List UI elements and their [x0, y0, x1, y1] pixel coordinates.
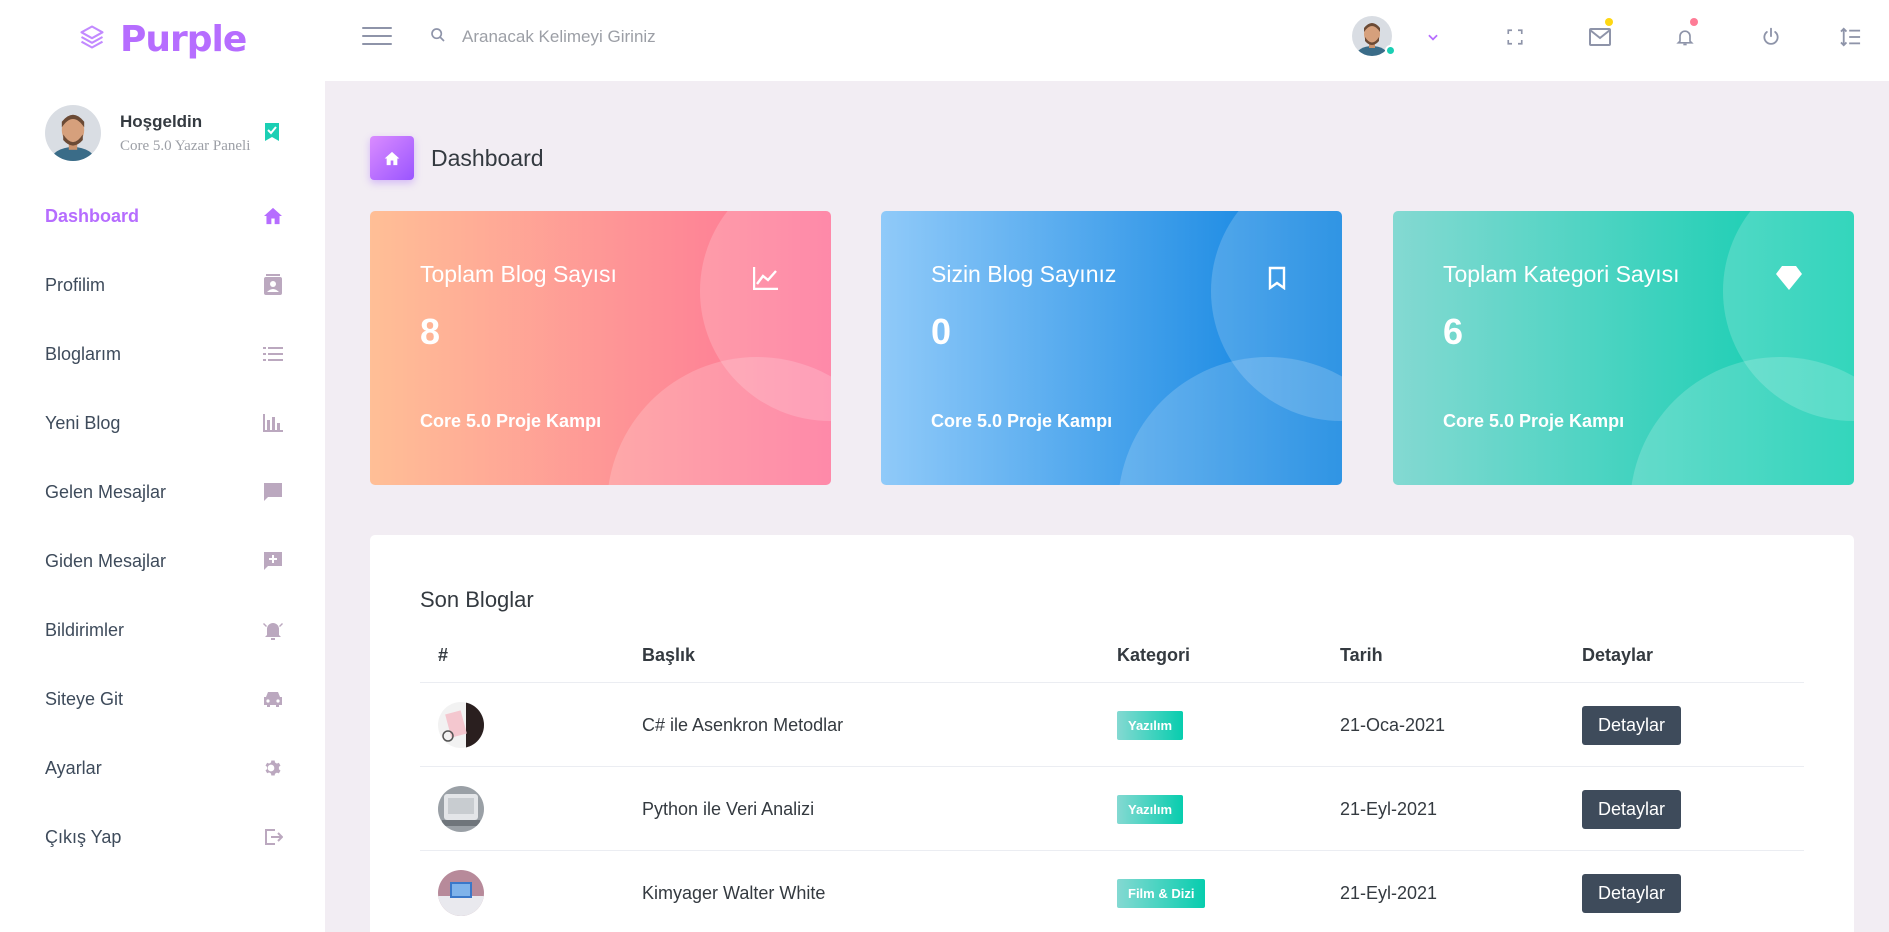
- category-badge: Yazılım: [1117, 794, 1184, 824]
- details-button[interactable]: Detaylar: [1582, 873, 1682, 913]
- power-icon[interactable]: [1756, 22, 1786, 52]
- blog-date: 21-Eyl-2021: [1340, 882, 1438, 903]
- avatar: [45, 105, 101, 161]
- list-icon: [261, 342, 285, 366]
- fullscreen-icon[interactable]: [1500, 22, 1530, 52]
- user-avatar-button[interactable]: [1352, 16, 1396, 60]
- sidebar-item-bildirimler[interactable]: Bildirimler: [45, 610, 285, 650]
- sidebar-item-label: Dashboard: [45, 205, 140, 226]
- layers-icon: [78, 23, 106, 56]
- stat-card-total-blogs: Toplam Blog Sayısı 8 Core 5.0 Proje Kamp…: [370, 211, 831, 485]
- details-button[interactable]: Detaylar: [1582, 705, 1682, 745]
- sidebar-item-label: Ayarlar: [45, 757, 102, 778]
- sidebar-item-dashboard[interactable]: Dashboard: [45, 196, 285, 236]
- stat-card-value: 8: [420, 311, 441, 352]
- column-header: #: [438, 645, 449, 665]
- sidebar-item-label: Bildirimler: [45, 619, 125, 640]
- profile-subtitle: Core 5.0 Yazar Paneli: [120, 138, 251, 154]
- brand-logo[interactable]: Purple: [78, 14, 247, 64]
- blog-date: 21-Oca-2021: [1340, 714, 1446, 735]
- diamond-icon: [1774, 263, 1804, 293]
- bookmark-icon: [1262, 263, 1292, 293]
- category-badge: Film & Dizi: [1117, 878, 1206, 908]
- car-icon: [261, 687, 285, 711]
- sidebar-item-bloglarim[interactable]: Bloglarım: [45, 334, 285, 374]
- stat-card-total-categories: Toplam Kategori Sayısı 6 Core 5.0 Proje …: [1393, 211, 1854, 485]
- stat-card-footer: Core 5.0 Proje Kampı: [931, 411, 1113, 431]
- stat-card-title: Toplam Kategori Sayısı: [1443, 261, 1680, 287]
- stat-card-title: Sizin Blog Sayınız: [931, 261, 1117, 287]
- column-header: Tarih: [1340, 645, 1383, 665]
- mail-notification-dot: [1605, 18, 1613, 26]
- details-button[interactable]: Detaylar: [1582, 789, 1682, 829]
- gear-icon: [261, 756, 285, 780]
- sidebar-item-yeni-blog[interactable]: Yeni Blog: [45, 403, 285, 443]
- sidebar-item-ayarlar[interactable]: Ayarlar: [45, 748, 285, 788]
- recent-blogs-card: Son Bloglar # Başlık Kategori Tarih Deta…: [370, 535, 1854, 932]
- sidebar-item-cikis-yap[interactable]: Çıkış Yap: [45, 817, 285, 857]
- sidebar-item-profilim[interactable]: Profilim: [45, 265, 285, 305]
- sidebar-item-label: Çıkış Yap: [45, 826, 122, 847]
- profile-name: Hoşgeldin: [120, 112, 203, 131]
- blog-thumbnail: [438, 786, 484, 832]
- sidebar-item-label: Yeni Blog: [45, 412, 121, 433]
- stat-card-your-blogs: Sizin Blog Sayınız 0 Core 5.0 Proje Kamp…: [881, 211, 1342, 485]
- sidebar-item-gelen-mesajlar[interactable]: Gelen Mesajlar: [45, 472, 285, 512]
- stat-card-value: 0: [931, 311, 952, 352]
- chevron-down-icon[interactable]: [1418, 22, 1448, 52]
- search-bar: [430, 18, 830, 56]
- menu-toggle-button[interactable]: [362, 24, 392, 48]
- sidebar-item-label: Siteye Git: [45, 688, 124, 709]
- bell-icon[interactable]: [1670, 18, 1700, 52]
- mail-icon[interactable]: [1585, 18, 1615, 52]
- logout-icon: [261, 825, 285, 849]
- top-navbar: Purple: [0, 0, 1889, 81]
- bell-notification-dot: [1690, 18, 1698, 26]
- stat-card-footer: Core 5.0 Proje Kampı: [420, 411, 602, 431]
- sidebar: Hoşgeldin Core 5.0 Yazar Paneli Dashboar…: [0, 81, 325, 932]
- bookmark-check-icon: [265, 123, 279, 146]
- page-title: Dashboard: [431, 144, 544, 171]
- stat-card-footer: Core 5.0 Proje Kampı: [1443, 411, 1625, 431]
- sort-list-icon[interactable]: [1836, 22, 1866, 52]
- sidebar-profile[interactable]: Hoşgeldin Core 5.0 Yazar Paneli: [45, 105, 295, 165]
- message-icon: [261, 480, 285, 504]
- chart-line-icon: [751, 263, 781, 293]
- message-plus-icon: [261, 549, 285, 573]
- search-icon: [430, 27, 446, 48]
- page-header: Dashboard: [370, 136, 544, 180]
- blog-thumbnail: [438, 702, 484, 748]
- blog-thumbnail: [438, 870, 484, 916]
- column-header: Kategori: [1117, 645, 1191, 665]
- column-header: Başlık: [642, 645, 696, 665]
- brand-name: Purple: [120, 18, 247, 60]
- sidebar-item-label: Giden Mesajlar: [45, 550, 167, 571]
- sidebar-item-label: Gelen Mesajlar: [45, 481, 167, 502]
- contact-card-icon: [261, 273, 285, 297]
- category-badge: Yazılım: [1117, 710, 1184, 740]
- sidebar-item-siteye-git[interactable]: Siteye Git: [45, 679, 285, 719]
- bar-chart-icon: [261, 411, 285, 435]
- stat-card-value: 6: [1443, 311, 1464, 352]
- search-input[interactable]: [462, 27, 822, 47]
- blog-title: Kimyager Walter White: [642, 882, 826, 903]
- home-icon: [370, 136, 414, 180]
- stat-card-title: Toplam Blog Sayısı: [420, 261, 617, 287]
- table-header: # Başlık Kategori Tarih Detaylar: [420, 627, 1804, 683]
- sidebar-item-label: Bloglarım: [45, 343, 122, 364]
- recent-blogs-title: Son Bloglar: [420, 587, 534, 612]
- sidebar-item-giden-mesajlar[interactable]: Giden Mesajlar: [45, 541, 285, 581]
- column-header: Detaylar: [1582, 645, 1654, 665]
- sidebar-item-label: Profilim: [45, 274, 106, 295]
- blog-title: Python ile Veri Analizi: [642, 798, 815, 819]
- blog-title: C# ile Asenkron Metodlar: [642, 714, 844, 735]
- blog-date: 21-Eyl-2021: [1340, 798, 1438, 819]
- table-row: Python ile Veri Analizi Yazılım 21-Eyl-2…: [420, 767, 1804, 851]
- table-row: Kimyager Walter White Film & Dizi 21-Eyl…: [420, 851, 1804, 932]
- home-icon: [261, 204, 285, 228]
- alarm-bell-icon: [261, 618, 285, 642]
- table-row: C# ile Asenkron Metodlar Yazılım 21-Oca-…: [420, 683, 1804, 767]
- online-status-dot: [1385, 45, 1396, 56]
